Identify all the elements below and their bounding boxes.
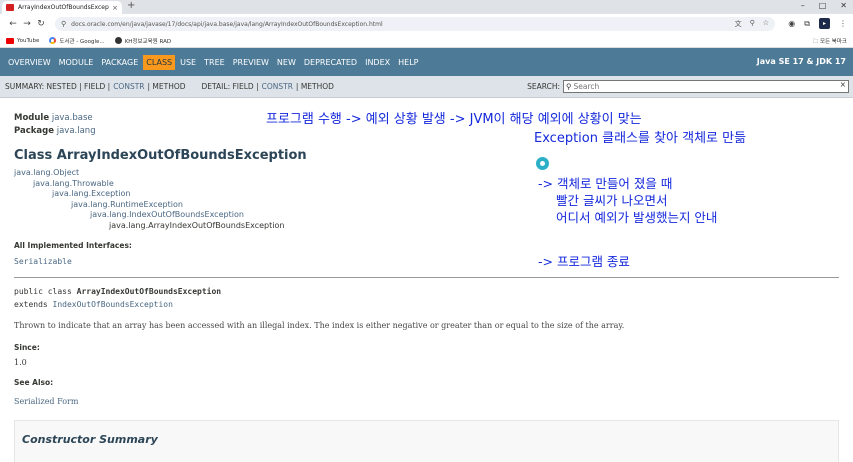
kh-icon [114,37,122,44]
nav-deprecated[interactable]: DEPRECATED [301,55,360,70]
see-also-label: See Also: [14,378,54,387]
bookmark-kh[interactable]: KH정보교육원 RAD [114,37,171,45]
reload-icon[interactable]: ↻ [34,19,48,29]
module-label: Module [14,113,50,123]
search-input[interactable] [573,82,846,91]
oracle-favicon-icon [6,4,14,11]
since-block: Since: 1.0 [14,343,40,367]
window-controls: – □ ✕ [801,1,847,10]
class-signature: public class ArrayIndexOutOfBoundsExcept… [14,287,222,309]
nav-help[interactable]: HELP [395,55,421,70]
java-version: Java SE 17 & JDK 17 [756,57,846,66]
extensions-icon[interactable]: ◉ [788,19,795,28]
serialized-form-link[interactable]: Serialized Form [14,397,78,406]
puzzle-icon[interactable]: ⧉ [804,19,810,29]
inheritance-throwable[interactable]: java.lang.Throwable [14,179,284,190]
annotation-line-4: -> 프로그램 종료 [538,254,630,269]
site-info-icon[interactable]: ⚲ [61,20,66,28]
google-icon [49,37,57,44]
search-label: SEARCH: [527,82,560,91]
serializable-link[interactable]: Serializable [14,257,132,266]
summary-constr-link[interactable]: CONSTR [113,82,144,91]
inheritance-object[interactable]: java.lang.Object [14,168,284,179]
cursor-marker-icon [536,157,549,170]
annotation-line-3b: 빨간 글씨가 나오면서 [556,193,668,208]
detail-method: | METHOD [295,82,334,91]
superclass-link[interactable]: IndexOutOfBoundsException [53,300,173,309]
annotation-line-1: 프로그램 수행 -> 예외 상황 발생 -> JVM이 해당 예외에 상황이 맞… [266,112,642,127]
bookmark-youtube[interactable]: YouTube [6,37,39,44]
search-box[interactable]: ⚲ × [563,80,849,93]
see-also-block: See Also: Serialized Form [14,378,78,406]
package-label: Package [14,126,55,136]
divider [14,277,839,278]
implemented-interfaces: All Implemented Interfaces: Serializable [14,241,132,266]
youtube-icon [6,37,14,44]
constructor-summary-section: Constructor Summary [14,420,839,462]
browser-tab-bar: ArrayIndexOutOfBoundsExcep × + – □ ✕ [0,0,853,14]
nav-tree[interactable]: TREE [201,55,228,70]
translate-icon[interactable]: 文 [735,19,742,29]
bookmark-star-icon[interactable]: ☆ [763,19,769,29]
nav-index[interactable]: INDEX [362,55,393,70]
maximize-icon[interactable]: □ [819,1,827,10]
omnibox[interactable]: ⚲ docs.oracle.com/en/java/javase/17/docs… [55,17,775,31]
javadoc-navbar: OVERVIEW MODULE PACKAGE CLASS USE TREE P… [0,48,853,76]
annotation-line-3c: 어디서 예외가 발생했는지 안내 [556,210,718,225]
url-text[interactable]: docs.oracle.com/en/java/javase/17/docs/a… [71,21,734,28]
since-value: 1.0 [14,358,27,367]
class-name: ArrayIndexOutOfBoundsException [76,287,222,296]
page-title: Class ArrayIndexOutOfBoundsException [14,148,307,163]
javadoc-subnav: SUMMARY: NESTED | FIELD | CONSTR | METHO… [0,76,853,98]
nav-overview[interactable]: OVERVIEW [5,55,54,70]
module-link[interactable]: java.base [52,113,93,123]
interfaces-label: All Implemented Interfaces: [14,241,132,250]
all-bookmarks[interactable]: 🗀 모든 북마크 [813,37,847,47]
nav-class[interactable]: CLASS [143,54,176,70]
inheritance-tree: java.lang.Object java.lang.Throwable jav… [14,168,284,232]
bookmarks-bar: YouTube 도서관 - Google... KH정보교육원 RAD 🗀 모든… [0,34,853,48]
new-tab-button[interactable]: + [127,0,135,11]
clear-search-icon[interactable]: × [840,80,846,89]
detail-constr-link[interactable]: CONSTR [262,82,293,91]
annotation-line-3a: -> 객체로 만들어 졌을 때 [538,176,673,191]
summary-label: SUMMARY: NESTED | FIELD | [5,82,111,91]
extension-avatar-icon[interactable]: ▸ [819,18,830,29]
nav-preview[interactable]: PREVIEW [230,55,272,70]
inheritance-exception[interactable]: java.lang.Exception [14,189,284,200]
class-description: Thrown to indicate that an array has bee… [14,321,625,330]
menu-icon[interactable]: ⋮ [839,19,847,28]
bookmark-library[interactable]: 도서관 - Google... [49,37,105,45]
nav-module[interactable]: MODULE [56,55,97,70]
nav-package[interactable]: PACKAGE [98,55,141,70]
summary-method: | METHOD [147,82,186,91]
address-bar-row: ← → ↻ ⚲ docs.oracle.com/en/java/javase/1… [0,14,853,34]
minimize-icon[interactable]: – [801,1,805,10]
close-window-icon[interactable]: ✕ [840,1,847,10]
search-icon: ⚲ [566,82,572,91]
inheritance-current-class: java.lang.ArrayIndexOutOfBoundsException [109,220,285,230]
package-link[interactable]: java.lang [57,126,96,136]
forward-icon[interactable]: → [20,19,34,29]
constructor-summary-heading: Constructor Summary [22,433,158,446]
zoom-icon[interactable]: ⚲ [750,19,755,29]
nav-use[interactable]: USE [177,55,199,70]
detail-label: DETAIL: FIELD | [201,82,259,91]
tab-title: ArrayIndexOutOfBoundsExcep [18,4,109,11]
search-area: SEARCH: ⚲ × [527,80,849,93]
inheritance-runtime-exception[interactable]: java.lang.RuntimeException [14,200,284,211]
back-icon[interactable]: ← [6,19,20,29]
annotation-block-3: -> 객체로 만들어 졌을 때 빨간 글씨가 나오면서 어디서 예외가 발생했는… [538,175,717,226]
nav-new[interactable]: NEW [274,55,299,70]
since-label: Since: [14,343,40,352]
annotation-line-2: Exception 클래스를 찾아 객체로 만듦 [534,131,747,146]
inheritance-index-out-of-bounds[interactable]: java.lang.IndexOutOfBoundsException [14,210,284,221]
browser-tab[interactable]: ArrayIndexOutOfBoundsExcep × [2,1,122,14]
tab-close-icon[interactable]: × [112,4,118,12]
